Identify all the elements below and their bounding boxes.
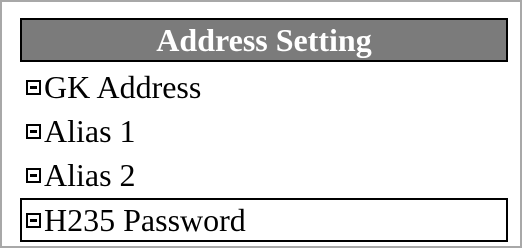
menu-item-label: H235 Password (44, 202, 246, 238)
panel-title: Address Setting (20, 18, 508, 62)
menu-item-alias-1[interactable]: Alias 1 (20, 109, 508, 153)
settings-window: Address Setting GK Address Alias 1 Alias… (0, 0, 522, 248)
minus-box-icon (26, 168, 41, 183)
menu-item-label: Alias 1 (44, 113, 136, 149)
menu-item-label: Alias 2 (44, 157, 136, 193)
menu-item-h235-password[interactable]: H235 Password (20, 198, 508, 242)
minus-box-icon (26, 80, 41, 95)
minus-box-icon (26, 213, 41, 228)
address-setting-panel: Address Setting GK Address Alias 1 Alias… (20, 18, 508, 242)
menu-item-alias-2[interactable]: Alias 2 (20, 153, 508, 197)
menu-item-gk-address[interactable]: GK Address (20, 65, 508, 109)
minus-box-icon (26, 124, 41, 139)
menu-item-label: GK Address (44, 69, 202, 105)
